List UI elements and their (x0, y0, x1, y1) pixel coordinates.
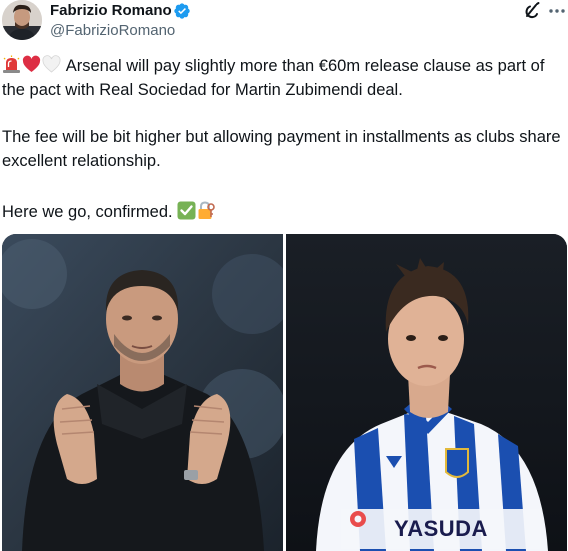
grok-icon[interactable] (521, 0, 543, 22)
tweet-paragraph-1-text: Arsenal will pay slightly more than €60m… (2, 57, 545, 99)
player-in-real-sociedad-kit-photo (286, 234, 567, 551)
tweet-paragraph-1: Arsenal will pay slightly more than €60m… (2, 54, 562, 102)
media-photo-left[interactable] (2, 234, 283, 551)
manager-applauding-photo (2, 234, 283, 551)
tweet-paragraph-3-text: Here we go, confirmed. (2, 203, 173, 221)
avatar-photo (2, 0, 42, 40)
tweet-paragraph-3: Here we go, confirmed. (2, 200, 562, 224)
siren-emoji-icon (2, 55, 21, 74)
author-display-name[interactable]: Fabrizio Romano (50, 2, 172, 20)
locked-with-key-emoji-icon (197, 201, 216, 220)
shirt-sponsor-text: YASUDA (394, 516, 488, 541)
media-photo-right[interactable]: YASUDA (286, 234, 567, 551)
white-heart-emoji-icon (42, 55, 61, 74)
author-avatar[interactable] (2, 0, 42, 40)
tweet-media[interactable]: YASUDA (2, 234, 567, 551)
red-heart-emoji-icon (22, 55, 41, 74)
check-mark-button-emoji-icon (177, 201, 196, 220)
more-options-icon[interactable] (547, 0, 567, 22)
tweet[interactable]: Fabrizio Romano @FabrizioRomano Arsenal … (0, 0, 568, 551)
verified-badge-icon (173, 2, 191, 20)
author-handle[interactable]: @FabrizioRomano (50, 22, 175, 40)
tweet-paragraph-2: The fee will be bit higher but allowing … (2, 128, 561, 170)
